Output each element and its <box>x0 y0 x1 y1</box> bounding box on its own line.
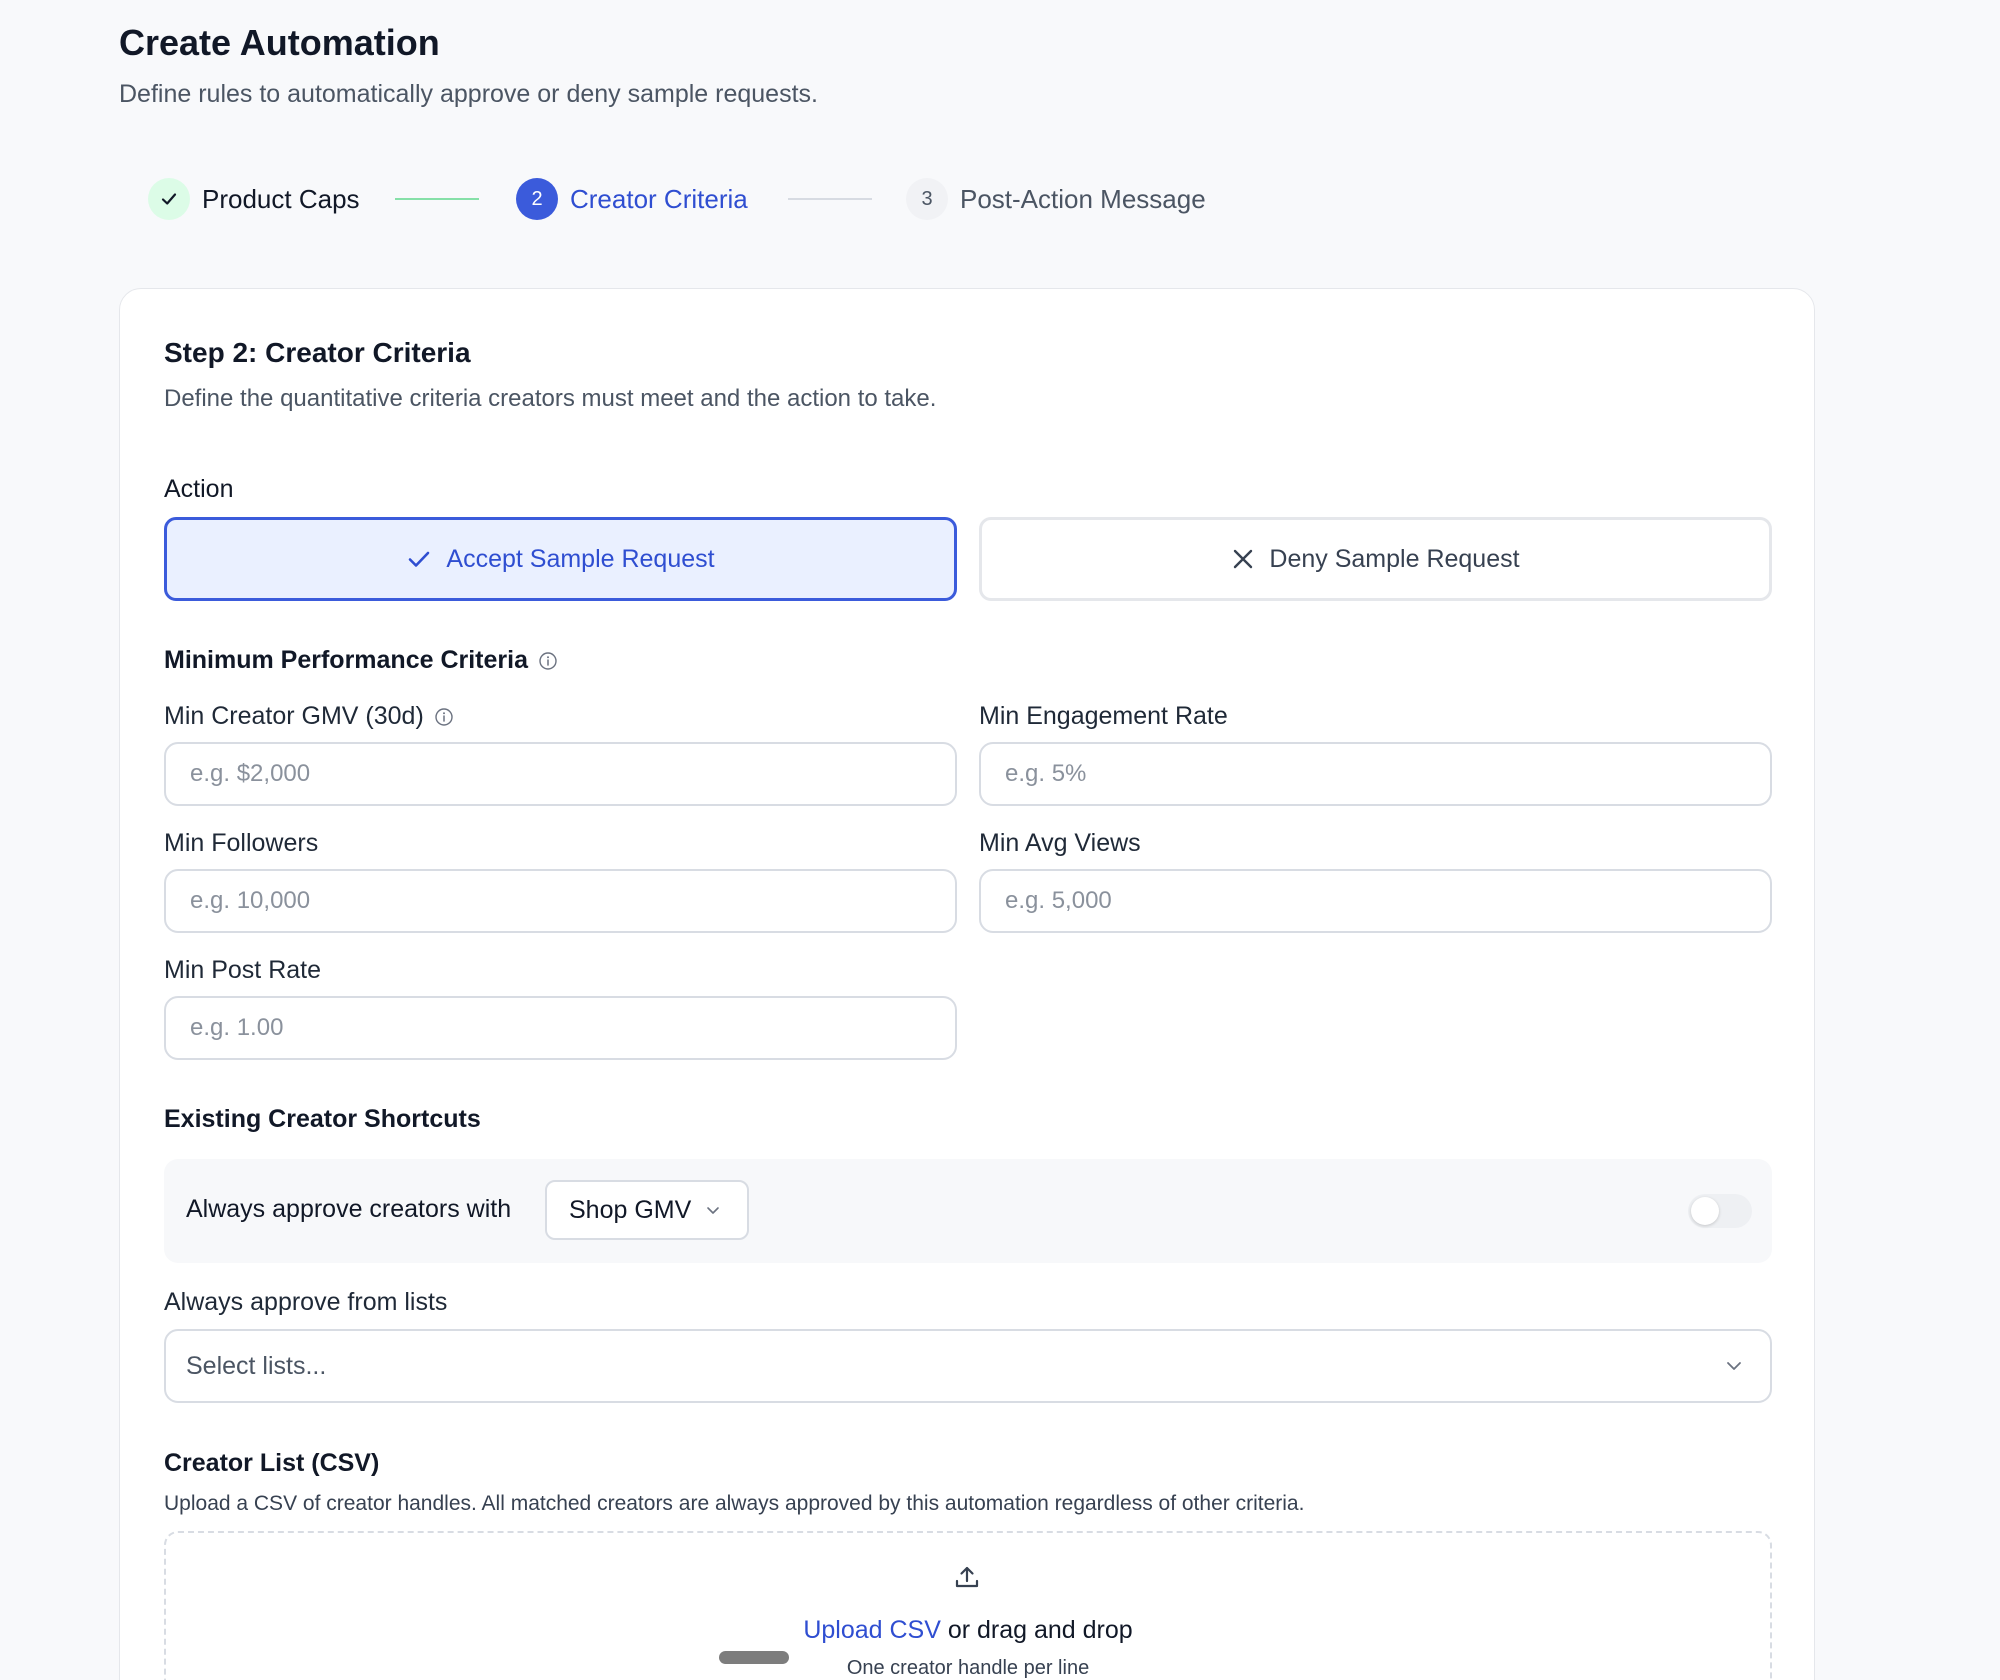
step-product-caps[interactable]: Product Caps <box>148 177 360 221</box>
min-followers-input[interactable] <box>164 869 957 933</box>
csv-dropzone[interactable]: Upload CSV or drag and drop One creator … <box>164 1531 1772 1680</box>
accept-button-label: Accept Sample Request <box>446 544 715 573</box>
field-label-text: Min Creator GMV (30d) <box>164 702 424 730</box>
card-description: Define the quantitative criteria creator… <box>164 385 937 412</box>
min-followers-label: Min Followers <box>164 829 319 857</box>
step-creator-criteria[interactable]: 2 Creator Criteria <box>516 177 748 221</box>
always-approve-lists-label: Always approve from lists <box>164 1288 448 1316</box>
chevron-down-icon <box>1724 1356 1744 1376</box>
card-title: Step 2: Creator Criteria <box>164 337 471 368</box>
section-heading-text: Minimum Performance Criteria <box>164 646 528 674</box>
deny-sample-request-button[interactable]: Deny Sample Request <box>979 517 1772 601</box>
lists-select[interactable]: Select lists... <box>164 1329 1772 1403</box>
deny-button-label: Deny Sample Request <box>1269 544 1520 573</box>
lists-select-placeholder: Select lists... <box>186 1351 327 1380</box>
metric-select[interactable]: Shop GMV <box>545 1180 749 1240</box>
toggle-knob <box>1691 1197 1719 1225</box>
min-post-rate-input[interactable] <box>164 996 957 1060</box>
step-number: 2 <box>516 178 558 220</box>
check-icon <box>406 546 432 572</box>
step-connector <box>395 198 479 200</box>
page-subtitle: Define rules to automatically approve or… <box>119 80 818 108</box>
drag-drop-text: or drag and drop <box>940 1616 1133 1644</box>
min-post-rate-label: Min Post Rate <box>164 956 322 984</box>
min-avg-views-input[interactable] <box>979 869 1772 933</box>
action-label: Action <box>164 475 234 503</box>
shortcut-panel: Always approve creators with Shop GMV <box>164 1159 1772 1263</box>
check-icon <box>148 178 190 220</box>
step-post-action-message[interactable]: 3 Post-Action Message <box>906 177 1206 221</box>
existing-creator-shortcuts-heading: Existing Creator Shortcuts <box>164 1105 481 1133</box>
min-engagement-rate-label: Min Engagement Rate <box>979 702 1228 730</box>
info-icon[interactable] <box>538 651 558 671</box>
close-icon <box>1231 547 1255 571</box>
step-connector <box>788 198 872 200</box>
min-creator-gmv-input[interactable] <box>164 742 957 806</box>
info-icon[interactable] <box>434 707 454 727</box>
csv-description: Upload a CSV of creator handles. All mat… <box>164 1492 1305 1515</box>
min-engagement-rate-input[interactable] <box>979 742 1772 806</box>
always-approve-text: Always approve creators with <box>186 1195 512 1223</box>
upload-icon <box>953 1563 981 1591</box>
creator-list-csv-heading: Creator List (CSV) <box>164 1449 380 1477</box>
accept-sample-request-button[interactable]: Accept Sample Request <box>164 517 957 601</box>
min-creator-gmv-label: Min Creator GMV (30d) <box>164 702 454 731</box>
scroll-indicator[interactable] <box>719 1651 789 1664</box>
chevron-down-icon <box>705 1202 721 1218</box>
min-avg-views-label: Min Avg Views <box>979 829 1141 857</box>
criteria-card: Step 2: Creator Criteria Define the quan… <box>119 288 1815 1680</box>
step-number: 3 <box>906 178 948 220</box>
shortcut-toggle[interactable] <box>1688 1194 1752 1228</box>
upload-instruction: Upload CSV or drag and drop <box>166 1616 1770 1645</box>
upload-csv-link[interactable]: Upload CSV <box>803 1616 941 1644</box>
page-title: Create Automation <box>119 22 440 63</box>
step-label: Creator Criteria <box>570 183 748 214</box>
upload-hint: One creator handle per line <box>846 1657 1090 1679</box>
step-label: Product Caps <box>202 183 360 214</box>
metric-select-value: Shop GMV <box>569 1195 692 1224</box>
stepper: Product Caps 2 Creator Criteria 3 Post-A… <box>148 177 1348 221</box>
step-label: Post-Action Message <box>960 183 1206 214</box>
minimum-performance-criteria-heading: Minimum Performance Criteria <box>164 646 558 675</box>
